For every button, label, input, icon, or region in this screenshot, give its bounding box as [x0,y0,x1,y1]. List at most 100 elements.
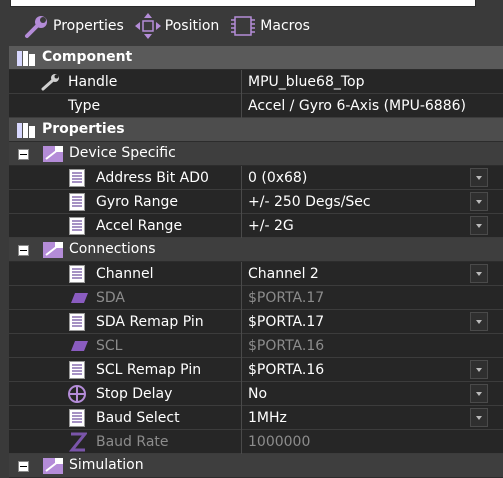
circle-plus-icon [68,385,86,403]
dropdown-arrow-icon[interactable] [470,312,488,331]
scl-row: SCL $PORTA.16 [9,334,503,358]
properties-tab[interactable]: Properties [24,13,124,39]
list-icon [69,313,85,331]
properties-tab-label: Properties [53,18,124,34]
scl-remap-row[interactable]: SCL Remap Pin $PORTA.16 [9,358,503,382]
column-divider [241,262,242,286]
channel-label: Channel [96,266,154,282]
group-connections[interactable]: Connections [9,238,503,262]
sda-row: SDA $PORTA.17 [9,286,503,310]
pin-icon [71,293,88,303]
group-label: Simulation [69,457,144,473]
move-arrows-icon [134,13,161,39]
z-icon [69,432,87,452]
type-label: Type [68,98,101,114]
list-icon [69,193,85,211]
list-icon [69,169,85,187]
dropdown-arrow-icon[interactable] [470,408,488,427]
baud-rate-row: Baud Rate 1000000 [9,430,503,454]
toolbar: Properties Position Macros [0,8,503,44]
group-simulation[interactable]: Simulation [9,454,503,478]
baud-rate-value: 1000000 [248,434,311,450]
scl-remap-value[interactable]: $PORTA.16 [248,362,324,378]
top-strip [0,0,503,8]
gyro-range-label: Gyro Range [96,194,178,210]
list-icon [69,265,85,283]
column-divider [241,382,242,406]
channel-value[interactable]: Channel 2 [248,266,319,282]
address-bit-value[interactable]: 0 (0x68) [248,170,307,186]
sda-value: $PORTA.17 [248,290,325,306]
type-value: Accel / Gyro 6-Axis (MPU-6886) [248,98,466,114]
gyro-range-value[interactable]: +/- 250 Degs/Sec [248,194,371,210]
gyro-range-row[interactable]: Gyro Range +/- 250 Degs/Sec [9,190,503,214]
collapse-icon[interactable] [18,149,29,160]
sda-remap-row[interactable]: SDA Remap Pin $PORTA.17 [9,310,503,334]
handle-row[interactable]: Handle MPU_blue68_Top [9,70,503,94]
scl-value: $PORTA.16 [248,338,325,354]
dropdown-arrow-icon[interactable] [470,216,488,235]
stop-delay-value[interactable]: No [248,386,267,402]
settings-pages-icon [43,458,63,474]
channel-row[interactable]: Channel Channel 2 [9,262,503,286]
pin-icon [71,341,88,351]
wrench-icon [41,74,59,91]
type-row[interactable]: Type Accel / Gyro 6-Axis (MPU-6886) [9,94,503,118]
sda-label: SDA [96,290,125,306]
dropdown-arrow-icon[interactable] [470,360,488,379]
column-divider [241,214,242,238]
properties-header-label: Properties [42,121,125,137]
column-divider [241,334,242,358]
dropdown-arrow-icon[interactable] [470,264,488,283]
collapse-icon[interactable] [18,461,29,472]
chip-icon [231,16,256,36]
component-header[interactable]: Component [9,46,503,70]
column-divider [241,190,242,214]
scl-label: SCL [96,338,123,354]
sda-remap-label: SDA Remap Pin [96,314,204,330]
accel-range-label: Accel Range [96,218,183,234]
baud-select-row[interactable]: Baud Select 1MHz [9,406,503,430]
settings-pages-icon [43,242,63,258]
top-white-bar [10,0,476,7]
wrench-icon [25,16,47,38]
column-divider [241,70,242,94]
handle-value[interactable]: MPU_blue68_Top [248,74,364,90]
address-bit-label: Address Bit AD0 [96,170,209,186]
property-grid: Component Handle MPU_blue68_Top Type Acc… [9,46,503,478]
macros-tab-label: Macros [260,18,310,34]
column-divider [241,94,242,118]
pages-icon [17,51,35,66]
group-device-specific[interactable]: Device Specific [9,142,503,166]
accel-range-value[interactable]: +/- 2G [248,218,294,234]
list-icon [69,409,85,427]
dropdown-arrow-icon[interactable] [470,384,488,403]
column-divider [241,166,242,190]
baud-select-value[interactable]: 1MHz [248,410,287,426]
position-tab-label: Position [164,18,220,34]
column-divider [241,286,242,310]
collapse-icon[interactable] [18,245,29,256]
macros-tab[interactable]: Macros [229,13,310,39]
stop-delay-label: Stop Delay [96,386,173,402]
baud-rate-label: Baud Rate [96,434,169,450]
properties-header[interactable]: Properties [9,118,503,142]
column-divider [241,406,242,430]
accel-range-row[interactable]: Accel Range +/- 2G [9,214,503,238]
position-tab[interactable]: Position [134,12,220,40]
address-bit-row[interactable]: Address Bit AD0 0 (0x68) [9,166,503,190]
dropdown-arrow-icon[interactable] [470,168,488,187]
settings-pages-icon [43,146,63,162]
group-label: Device Specific [69,145,176,161]
sda-remap-value[interactable]: $PORTA.17 [248,314,324,330]
scl-remap-label: SCL Remap Pin [96,362,202,378]
group-label: Connections [69,241,156,257]
stop-delay-row[interactable]: Stop Delay No [9,382,503,406]
dropdown-arrow-icon[interactable] [470,192,488,211]
column-divider [241,310,242,334]
baud-select-label: Baud Select [96,410,180,426]
column-divider [241,358,242,382]
handle-label: Handle [68,74,118,90]
component-header-label: Component [42,49,133,65]
column-divider [241,430,242,454]
